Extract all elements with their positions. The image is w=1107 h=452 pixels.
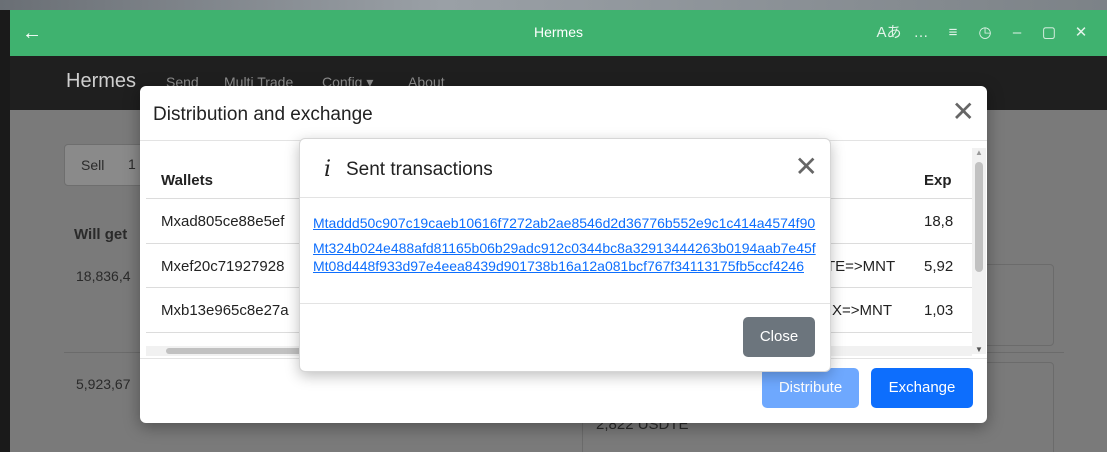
table-row-wallet: Mxad805ce88e5ef [161, 213, 285, 230]
scroll-down-icon[interactable]: ▼ [975, 345, 983, 354]
distribution-dialog-title: Distribution and exchange [153, 104, 373, 125]
table-row-pair: X=>MNT [832, 302, 893, 319]
desktop-background-strip [0, 0, 1107, 10]
amount-1: 18,836,4 [76, 268, 131, 284]
dialog-footer-divider [300, 303, 830, 304]
window-controls: Aあ … ≡ ◷ – ▢ ✕ [873, 20, 1097, 46]
table-row-expected: 5,92 [924, 258, 954, 275]
sent-close-icon[interactable]: ✕ [795, 153, 818, 181]
table-vertical-scrollbar[interactable]: ▲ ▼ [972, 148, 986, 354]
scrollbar-thumb[interactable] [975, 162, 983, 272]
tab-extra-label: 1 [128, 156, 136, 172]
distribution-close-icon[interactable]: ✕ [952, 98, 975, 126]
translate-icon[interactable]: Aあ [873, 20, 905, 46]
scroll-up-icon[interactable]: ▲ [975, 148, 983, 157]
table-row-wallet: Mxef20c71927928 [161, 258, 285, 275]
sent-transactions-title: Sent transactions [346, 159, 493, 180]
table-row-wallet: Mxb13e965c8e27a [161, 302, 289, 319]
scrollbar-thumb[interactable] [166, 348, 306, 354]
table-row-expected: 18,8 [924, 213, 954, 230]
transaction-link[interactable]: Mt08d448f933d97e4eea8439d901738b16a12a08… [313, 258, 804, 274]
table-row-expected: 1,03 [924, 302, 954, 319]
column-expected: Exp [924, 172, 952, 189]
exchange-button[interactable]: Exchange [871, 368, 973, 408]
app-brand[interactable]: Hermes [66, 70, 136, 93]
minimize-icon[interactable]: – [1001, 20, 1033, 46]
table-row-pair: TE=>MNT [826, 258, 896, 275]
info-icon: i [324, 157, 332, 182]
close-button[interactable]: Close [743, 317, 815, 357]
amount-2: 5,923,67 [76, 376, 131, 392]
transaction-link[interactable]: Mt324b024e488afd81165b06b29adc912c0344bc… [313, 240, 816, 256]
window-titlebar: ← Hermes Aあ … ≡ ◷ – ▢ ✕ [10, 10, 1107, 56]
distribute-button[interactable]: Distribute [762, 368, 859, 408]
close-icon[interactable]: ✕ [1065, 20, 1097, 46]
dialog-header-divider [300, 197, 830, 198]
sent-transactions-dialog: i Sent transactions ✕ Mtaddd50c907c19cae… [299, 138, 831, 372]
more-icon[interactable]: … [905, 20, 937, 46]
transaction-link[interactable]: Mtaddd50c907c19caeb10616f7272ab2ae8546d2… [313, 215, 815, 231]
maximize-icon[interactable]: ▢ [1033, 20, 1065, 46]
menu-icon[interactable]: ≡ [937, 20, 969, 46]
tab-sell-label: Sell [81, 157, 105, 173]
will-get-label: Will get [74, 226, 128, 243]
column-wallets: Wallets [161, 172, 213, 189]
timer-icon[interactable]: ◷ [969, 20, 1001, 46]
